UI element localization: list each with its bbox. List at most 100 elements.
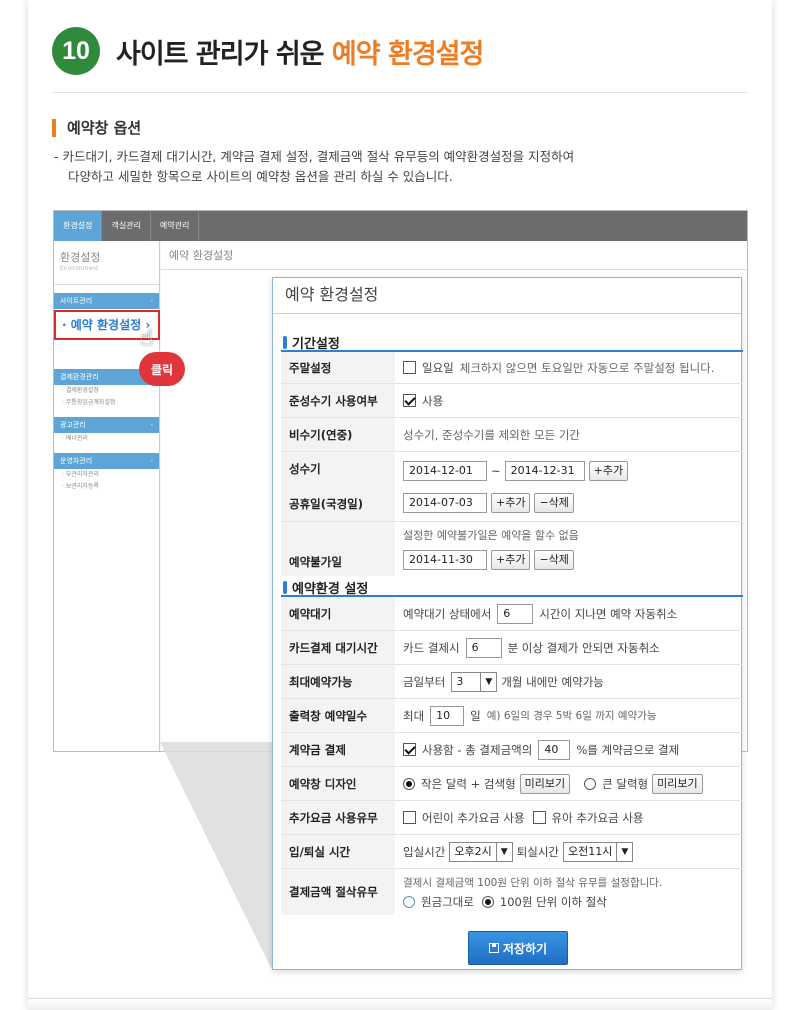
deposit-checkbox[interactable] [403, 743, 416, 756]
checkout-select[interactable]: 오전11시 ▼ [563, 841, 634, 862]
unavailable-delete-button[interactable]: −삭제 [534, 550, 574, 570]
preview-small-button[interactable]: 미리보기 [519, 773, 571, 794]
row-max: 최대예약가능 금일부터 3 ▼ 개월 내에만 예약가능 [281, 665, 743, 699]
semi-peak-label: 준성수기 사용여부 [281, 384, 395, 417]
rounding-note: 결제시 결제금액 100원 단위 이하 절삭 유무를 설정합니다. [403, 876, 663, 889]
days-note: 예) 6일의 경우 5박 6일 까지 예약가능 [486, 710, 657, 722]
extra-child-checkbox[interactable] [403, 811, 416, 824]
chevron-down-icon: ▼ [616, 842, 632, 861]
wait-hours-input[interactable]: 6 [497, 603, 534, 624]
row-card-wait: 카드결제 대기시간 카드 결제시 6 분 이상 결제가 안되면 자동취소 [281, 631, 743, 665]
holiday-add-button[interactable]: +추가 [491, 492, 531, 513]
wait-post: 시간이 지나면 예약 자동취소 [539, 606, 678, 621]
rounding-cut-radio[interactable] [481, 895, 494, 908]
holiday-date-input[interactable]: 2014-07-03 [403, 492, 487, 513]
days-value: 최대 10 일 예) 6일의 경우 5박 6일 까지 예약가능 [395, 699, 743, 732]
chevron-down-icon: ▼ [495, 842, 512, 861]
days-input[interactable]: 10 [430, 705, 465, 726]
checkin-select[interactable]: 오후2시 ▼ [449, 841, 513, 862]
save-disk-icon [488, 943, 499, 953]
deposit-label: 계약금 결제 [281, 733, 395, 766]
row-extra: 추가요금 사용유무 어린이 추가요금 사용 유아 추가요금 사용 [281, 801, 743, 835]
row-semi-peak: 준성수기 사용여부 사용 [281, 384, 743, 418]
design-large-radio[interactable] [584, 777, 597, 790]
deposit-pre: 사용함 - 총 결제금액의 [422, 742, 533, 757]
deposit-percent-input[interactable]: 40 [538, 739, 571, 760]
env-table: 예약대기 예약대기 상태에서 6 시간이 지나면 예약 자동취소 카드결제 대기시간… [281, 595, 743, 915]
days-unit: 일 [470, 708, 481, 723]
unavailable-note: 설정한 예약불가일은 예약을 할수 없음 [403, 529, 579, 542]
checkin-label: 입실시간 [403, 844, 446, 859]
semi-peak-option: 사용 [422, 393, 444, 408]
row-off-peak: 비수기(연중) 성수기, 준성수기를 제외한 모든 기간 [281, 418, 743, 452]
holiday-delete-button[interactable]: −삭제 [534, 492, 574, 513]
peak-start-input[interactable]: 2014-12-01 [403, 460, 487, 481]
row-unavailable: 예약불가일 설정한 예약불가일은 예약을 할수 없음 2014-11-30 +추… [281, 522, 743, 576]
design-value: 작은 달력 + 검색형 미리보기 큰 달력형 미리보기 [395, 767, 743, 800]
wait-value: 예약대기 상태에서 6 시간이 지나면 예약 자동취소 [395, 597, 743, 630]
save-label: 저장하기 [502, 941, 548, 956]
chevron-down-icon: ▼ [480, 672, 496, 691]
row-wait: 예약대기 예약대기 상태에서 6 시간이 지나면 예약 자동취소 [281, 597, 743, 631]
design-opt2: 큰 달력형 [602, 776, 649, 791]
period-table: 주말설정 일요일 체크하지 않으면 토요일만 자동으로 주말설정 됩니다. 준성수… [281, 350, 743, 576]
weekend-value: 일요일 체크하지 않으면 토요일만 자동으로 주말설정 됩니다. [395, 352, 743, 383]
peak-end-input[interactable]: 2014-12-31 [504, 460, 585, 481]
card-wait-post: 분 이상 결제가 안되면 자동취소 [507, 640, 660, 655]
max-value: 금일부터 3 ▼ 개월 내에만 예약가능 [395, 665, 743, 698]
wait-pre: 예약대기 상태에서 [403, 606, 492, 621]
peak-line: 2014-12-01 ~ 2014-12-31 +추가 [403, 460, 629, 482]
row-weekend: 주말설정 일요일 체크하지 않으면 토요일만 자동으로 주말설정 됩니다. [281, 352, 743, 384]
semi-peak-checkbox[interactable] [403, 394, 416, 407]
max-post: 개월 내에만 예약가능 [501, 674, 604, 689]
weekend-note: 체크하지 않으면 토요일만 자동으로 주말설정 됩니다. [459, 360, 715, 375]
rounding-options: 원금그대로 100원 단위 이하 절삭 [403, 894, 607, 910]
rounding-original-radio[interactable] [403, 895, 415, 908]
holiday-label: 공휴일(국경일) [289, 496, 363, 511]
group-bar-icon [283, 581, 287, 594]
peak-holiday-values: 2014-12-01 ~ 2014-12-31 +추가 2014-07-03 +… [395, 452, 743, 521]
checkinout-label: 입/퇴실 시간 [281, 835, 395, 868]
weekend-sunday-checkbox[interactable] [403, 361, 416, 374]
peak-add-button[interactable]: +추가 [588, 460, 629, 481]
popup-title: 예약 환경설정 [273, 278, 741, 314]
card-wait-value: 카드 결제시 6 분 이상 결제가 안되면 자동취소 [395, 631, 743, 664]
reservation-settings-popup: 예약 환경설정 기간설정 주말설정 일요일 체크하지 않으면 토요일만 자동으로 … [272, 277, 743, 970]
design-opt1: 작은 달력 + 검색형 [421, 776, 516, 791]
wait-label: 예약대기 [281, 597, 395, 630]
card-wait-pre: 카드 결제시 [403, 640, 460, 655]
off-peak-note: 성수기, 준성수기를 제외한 모든 기간 [403, 427, 580, 442]
preview-large-button[interactable]: 미리보기 [652, 773, 703, 794]
extra-infant-checkbox[interactable] [532, 811, 546, 824]
checkin-value: 오후2시 [454, 844, 492, 858]
row-deposit: 계약금 결제 사용함 - 총 결제금액의 40 %를 계약금으로 결제 [281, 733, 743, 767]
semi-peak-value: 사용 [395, 384, 743, 417]
off-peak-label: 비수기(연중) [281, 418, 395, 451]
checkout-label: 퇴실시간 [516, 844, 560, 859]
max-months-select[interactable]: 3 ▼ [451, 671, 498, 692]
save-button[interactable]: 저장하기 [468, 931, 568, 965]
days-label: 출력창 예약일수 [281, 699, 395, 732]
group-bar-icon [283, 336, 287, 349]
deposit-value: 사용함 - 총 결제금액의 40 %를 계약금으로 결제 [395, 733, 743, 766]
unavailable-add-button[interactable]: +추가 [491, 550, 531, 570]
max-label: 최대예약가능 [281, 665, 395, 698]
rounding-opt2: 100원 단위 이하 절삭 [499, 894, 607, 909]
weekend-option: 일요일 [422, 360, 454, 375]
row-design: 예약창 디자인 작은 달력 + 검색형 미리보기 큰 달력형 미리보기 [281, 767, 743, 801]
row-days: 출력창 예약일수 최대 10 일 예) 6일의 경우 5박 6일 까지 예약가능 [281, 699, 743, 733]
extra-opt1: 어린이 추가요금 사용 [422, 810, 525, 825]
extra-value: 어린이 추가요금 사용 유아 추가요금 사용 [395, 801, 743, 834]
unavailable-date-input[interactable]: 2014-11-30 [403, 550, 487, 570]
design-small-radio[interactable] [403, 777, 415, 790]
peak-holiday-labels: 성수기 공휴일(국경일) [281, 452, 395, 521]
weekend-label: 주말설정 [281, 352, 395, 383]
checkout-value: 오전11시 [568, 844, 613, 858]
unavailable-line: 2014-11-30 +추가 −삭제 [403, 549, 574, 571]
card-wait-minutes-input[interactable]: 6 [465, 637, 502, 658]
row-rounding: 결제금액 절삭유무 결제시 결제금액 100원 단위 이하 절삭 유무를 설정합… [281, 869, 743, 915]
holiday-line: 2014-07-03 +추가 −삭제 [403, 492, 574, 514]
row-checkinout: 입/퇴실 시간 입실시간 오후2시 ▼ 퇴실시간 오전11시 ▼ [281, 835, 743, 869]
extra-opt2: 유아 추가요금 사용 [551, 810, 644, 825]
max-months-value: 3 [456, 674, 464, 688]
